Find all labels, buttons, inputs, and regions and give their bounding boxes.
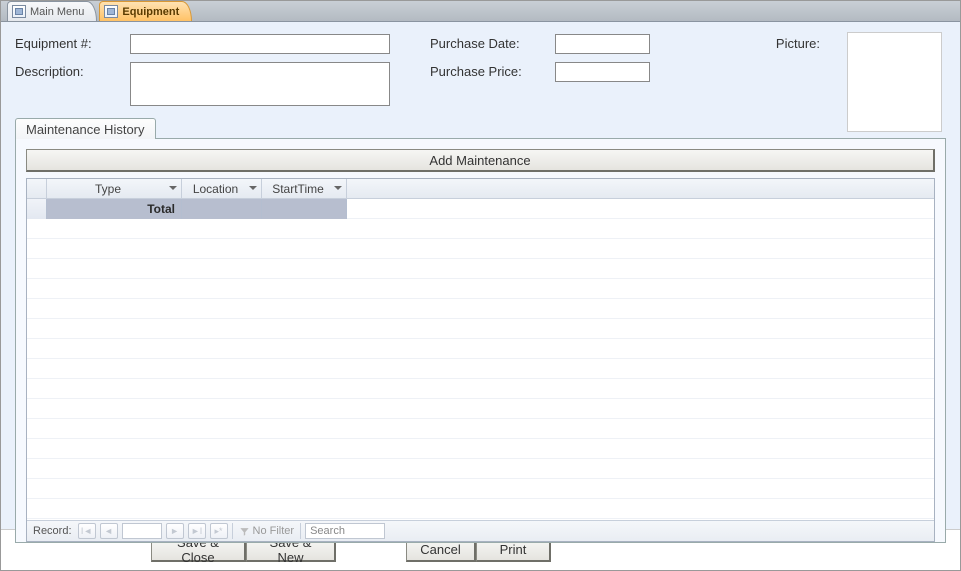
subtab-label: Maintenance History (26, 122, 145, 137)
subtab-panel: Add Maintenance Type Location StartTime (15, 138, 946, 543)
form-body: Picture: Equipment #: Purchase Date: Des… (1, 22, 960, 530)
totals-row: Total (27, 199, 934, 219)
column-header-empty (347, 179, 934, 198)
record-label: Record: (33, 525, 72, 537)
chevron-down-icon[interactable] (167, 182, 179, 194)
search-box[interactable]: Search (305, 523, 385, 539)
chevron-down-icon[interactable] (247, 182, 259, 194)
purchase-date-input[interactable] (555, 34, 650, 54)
description-label: Description: (15, 62, 130, 79)
column-header-type[interactable]: Type (47, 179, 182, 198)
description-input[interactable] (130, 62, 390, 106)
datasheet-body[interactable]: Total (27, 199, 934, 520)
nav-new-button[interactable]: ▸* (210, 523, 228, 539)
tab-label: Equipment (122, 6, 179, 18)
form-icon (104, 5, 118, 18)
total-starttime-cell (262, 199, 347, 219)
total-label-cell: Total (47, 199, 182, 219)
tab-equipment[interactable]: Equipment (99, 1, 192, 21)
nav-last-button[interactable]: ►I (188, 523, 206, 539)
equipment-num-label: Equipment #: (15, 34, 130, 51)
equipment-num-input[interactable] (130, 34, 390, 54)
subtab-control: Maintenance History Add Maintenance Type… (15, 116, 946, 543)
nav-prev-button[interactable]: ◄ (100, 523, 118, 539)
add-maintenance-button[interactable]: Add Maintenance (26, 149, 935, 172)
column-header-starttime[interactable]: StartTime (262, 179, 347, 198)
purchase-price-input[interactable] (555, 62, 650, 82)
document-tabs-bar: Main Menu Equipment (1, 1, 960, 22)
tab-main-menu[interactable]: Main Menu (7, 1, 97, 21)
record-number-box[interactable] (122, 523, 162, 539)
filter-indicator[interactable]: No Filter (232, 523, 302, 539)
record-navigator: Record: I◄ ◄ ► ►I ▸* No Filter Search (27, 520, 934, 541)
row-selector[interactable] (27, 199, 47, 219)
purchase-date-label: Purchase Date: (430, 34, 555, 51)
tab-label: Main Menu (30, 6, 84, 18)
picture-label: Picture: (776, 36, 820, 51)
nav-first-button[interactable]: I◄ (78, 523, 96, 539)
select-all-corner[interactable] (27, 179, 47, 198)
column-header-location[interactable]: Location (182, 179, 262, 198)
total-location-cell (182, 199, 262, 219)
subtab-maintenance-history[interactable]: Maintenance History (15, 118, 156, 139)
datasheet-header-row: Type Location StartTime (27, 179, 934, 199)
form-icon (12, 5, 26, 18)
subtab-header: Maintenance History (15, 116, 946, 138)
chevron-down-icon[interactable] (332, 182, 344, 194)
filter-icon (239, 526, 250, 537)
nav-next-button[interactable]: ► (166, 523, 184, 539)
purchase-price-label: Purchase Price: (430, 62, 555, 79)
maintenance-datasheet: Type Location StartTime (26, 178, 935, 542)
